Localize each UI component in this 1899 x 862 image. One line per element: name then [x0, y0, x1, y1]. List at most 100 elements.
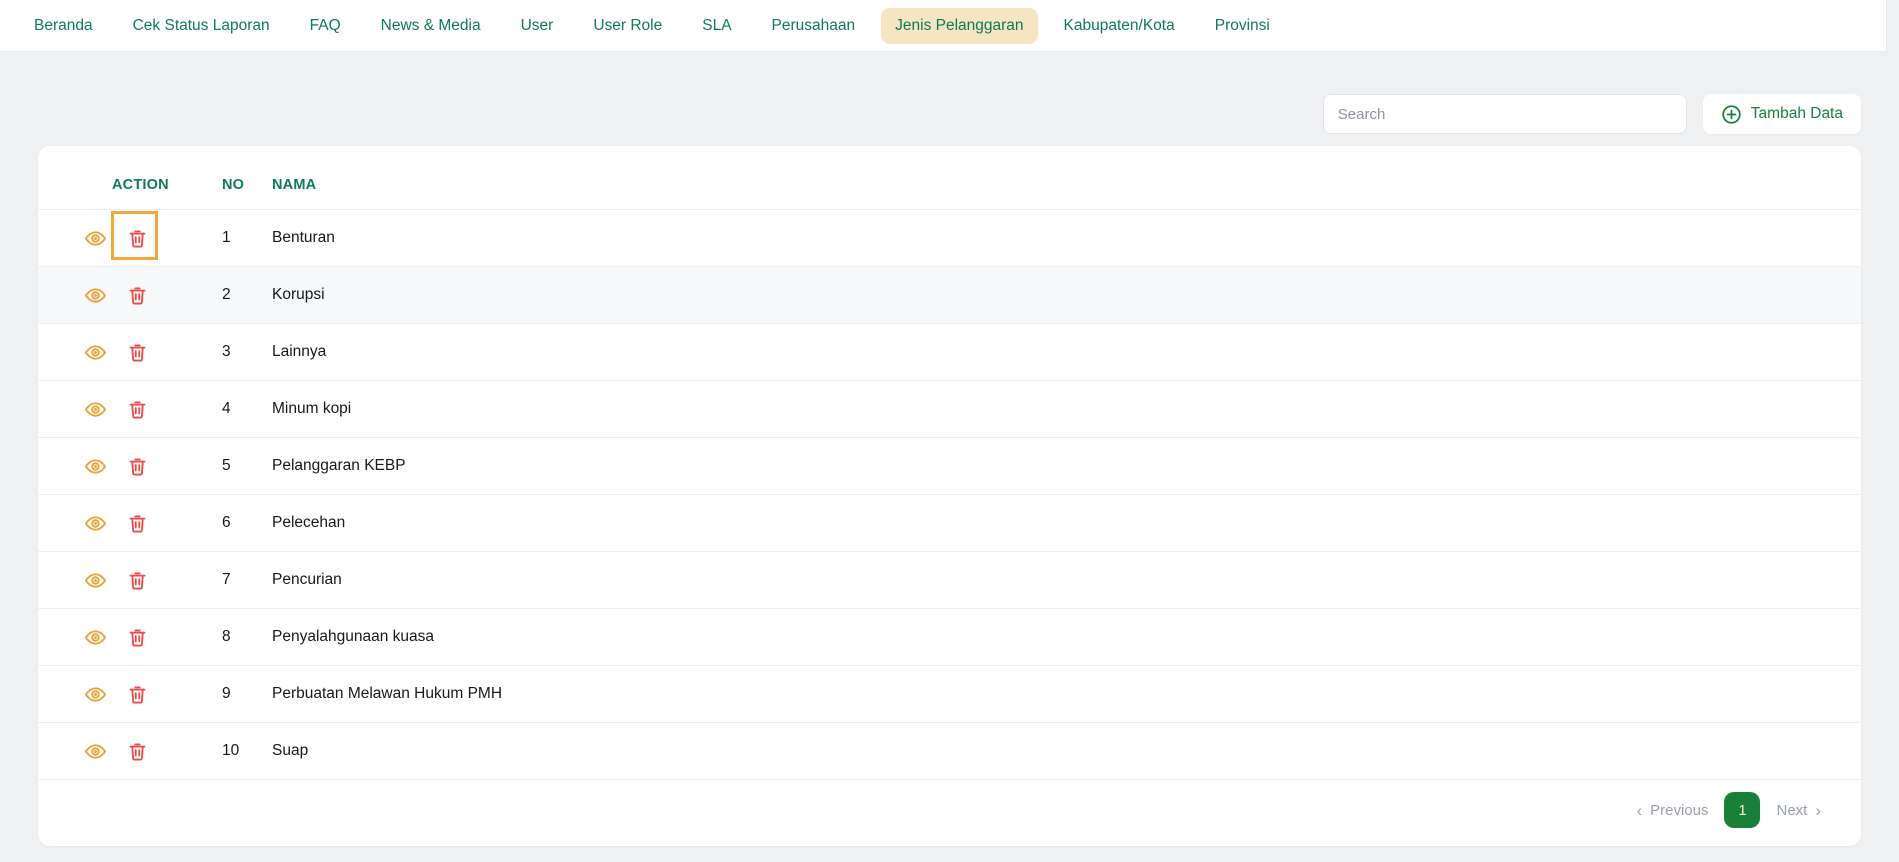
column-header-no: NO — [222, 177, 272, 193]
trash-icon — [127, 512, 148, 534]
delete-button[interactable] — [125, 625, 149, 649]
action-cell — [38, 397, 222, 421]
row-nama: Pelecehan — [272, 514, 1861, 532]
row-nama: Benturan — [272, 229, 1861, 247]
row-number: 7 — [222, 571, 272, 589]
nav-item-faq[interactable]: FAQ — [296, 8, 355, 44]
chevron-left-icon: ‹ — [1636, 802, 1642, 819]
nav-item-perusahaan[interactable]: Perusahaan — [758, 8, 870, 44]
eye-icon — [84, 626, 107, 649]
nav-item-beranda[interactable]: Beranda — [20, 8, 107, 44]
action-cell — [38, 568, 222, 592]
row-number: 9 — [222, 685, 272, 703]
row-number: 3 — [222, 343, 272, 361]
next-label: Next — [1776, 802, 1807, 819]
nav-item-kabupaten-kota[interactable]: Kabupaten/Kota — [1050, 8, 1189, 44]
toolbar: Tambah Data — [38, 94, 1861, 134]
view-button[interactable] — [83, 625, 107, 649]
nav-item-user[interactable]: User — [507, 8, 568, 44]
add-data-button[interactable]: Tambah Data — [1703, 94, 1861, 134]
trash-icon — [127, 227, 148, 249]
action-cell — [38, 283, 222, 307]
row-number: 5 — [222, 457, 272, 475]
delete-button[interactable] — [125, 511, 149, 535]
table-row: 3 Lainnya — [38, 324, 1861, 381]
row-number: 1 — [222, 229, 272, 247]
view-button[interactable] — [83, 397, 107, 421]
table-row: 9 Perbuatan Melawan Hukum PMH — [38, 666, 1861, 723]
pagination: ‹ Previous 1 Next › — [38, 780, 1861, 846]
eye-icon — [84, 455, 107, 478]
table-row: 2 Korupsi — [38, 267, 1861, 324]
delete-button[interactable] — [125, 397, 149, 421]
view-button[interactable] — [83, 511, 107, 535]
delete-button[interactable] — [125, 739, 149, 763]
row-nama: Penyalahgunaan kuasa — [272, 628, 1861, 646]
next-page-button[interactable]: Next › — [1776, 802, 1821, 819]
row-number: 2 — [222, 286, 272, 304]
view-button[interactable] — [83, 283, 107, 307]
view-button[interactable] — [83, 226, 107, 250]
delete-button[interactable] — [125, 283, 149, 307]
action-cell — [38, 625, 222, 649]
table-header-row: ACTION NO NAMA — [38, 160, 1861, 210]
eye-icon — [84, 398, 107, 421]
nav-item-cek-status-laporan[interactable]: Cek Status Laporan — [119, 8, 284, 44]
table-body: 1 Benturan — [38, 210, 1861, 780]
table-row: 1 Benturan — [38, 210, 1861, 267]
view-button[interactable] — [83, 682, 107, 706]
view-button[interactable] — [83, 340, 107, 364]
row-nama: Korupsi — [272, 286, 1861, 304]
nav-item-jenis-pelanggaran[interactable]: Jenis Pelanggaran — [881, 8, 1037, 44]
action-cell — [38, 340, 222, 364]
action-cell — [38, 226, 222, 250]
row-nama: Suap — [272, 742, 1861, 760]
previous-page-button[interactable]: ‹ Previous — [1636, 802, 1708, 819]
table-row: 8 Penyalahgunaan kuasa — [38, 609, 1861, 666]
search-input[interactable] — [1323, 94, 1687, 134]
row-nama: Perbuatan Melawan Hukum PMH — [272, 685, 1861, 703]
trash-icon — [127, 455, 148, 477]
delete-button[interactable] — [125, 568, 149, 592]
view-button[interactable] — [83, 568, 107, 592]
eye-icon — [84, 227, 107, 250]
eye-icon — [84, 740, 107, 763]
row-number: 8 — [222, 628, 272, 646]
plus-circle-icon — [1721, 104, 1742, 125]
trash-icon — [127, 341, 148, 363]
action-cell — [38, 511, 222, 535]
column-header-action: ACTION — [38, 177, 222, 193]
row-number: 10 — [222, 742, 272, 760]
row-nama: Minum kopi — [272, 400, 1861, 418]
table-row: 5 Pelanggaran KEBP — [38, 438, 1861, 495]
view-button[interactable] — [83, 454, 107, 478]
nav-item-sla[interactable]: SLA — [688, 8, 745, 44]
nav-item-news-media[interactable]: News & Media — [367, 8, 495, 44]
table-row: 6 Pelecehan — [38, 495, 1861, 552]
row-nama: Lainnya — [272, 343, 1861, 361]
eye-icon — [84, 284, 107, 307]
delete-button[interactable] — [125, 454, 149, 478]
vertical-scrollbar[interactable] — [1886, 0, 1899, 862]
trash-icon — [127, 683, 148, 705]
row-nama: Pencurian — [272, 571, 1861, 589]
data-table-card: ACTION NO NAMA — [38, 146, 1861, 846]
delete-button[interactable] — [125, 226, 149, 250]
trash-icon — [127, 740, 148, 762]
trash-icon — [127, 398, 148, 420]
delete-button[interactable] — [125, 340, 149, 364]
column-header-nama: NAMA — [272, 177, 1861, 193]
row-number: 4 — [222, 400, 272, 418]
row-number: 6 — [222, 514, 272, 532]
nav-item-user-role[interactable]: User Role — [579, 8, 676, 44]
action-cell — [38, 682, 222, 706]
eye-icon — [84, 341, 107, 364]
table-row: 4 Minum kopi — [38, 381, 1861, 438]
nav-item-provinsi[interactable]: Provinsi — [1201, 8, 1284, 44]
delete-button[interactable] — [125, 682, 149, 706]
eye-icon — [84, 512, 107, 535]
page-number-button-active[interactable]: 1 — [1724, 792, 1760, 828]
view-button[interactable] — [83, 739, 107, 763]
trash-icon — [127, 284, 148, 306]
add-data-button-label: Tambah Data — [1751, 105, 1843, 123]
